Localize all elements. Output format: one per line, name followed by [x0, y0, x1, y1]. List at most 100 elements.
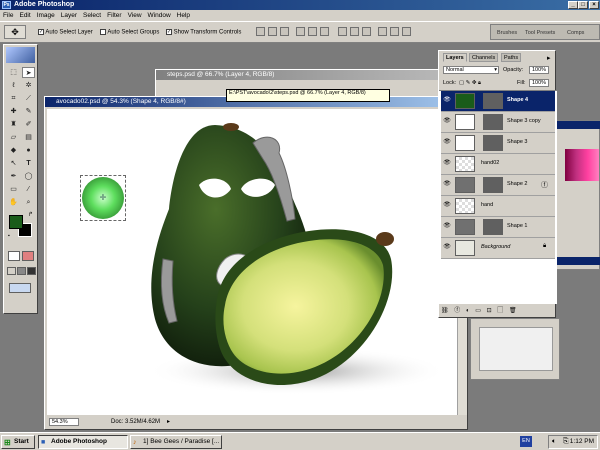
- distribute-bottom-icon[interactable]: [362, 27, 371, 36]
- eye-icon[interactable]: 👁︎: [443, 160, 451, 167]
- layer-name[interactable]: Shape 1: [507, 223, 528, 229]
- palette-well-tab-brushes[interactable]: Brushes: [497, 30, 517, 36]
- auto-select-groups-option[interactable]: Auto Select Groups: [100, 29, 159, 36]
- layer-row-shape-3-copy[interactable]: 👁︎ Shape 3 copy: [441, 112, 555, 133]
- maximize-button[interactable]: □: [578, 1, 588, 9]
- show-transform-controls-option[interactable]: ✓ Show Transform Controls: [166, 29, 241, 36]
- tab-paths[interactable]: Paths: [501, 53, 522, 62]
- blend-mode-select[interactable]: Normal ▾: [443, 66, 499, 74]
- menu-help[interactable]: Help: [174, 10, 193, 21]
- menu-filter[interactable]: Filter: [104, 10, 124, 21]
- clock[interactable]: 1:12 PM: [570, 438, 594, 445]
- hand-tool-icon[interactable]: ✋: [7, 197, 20, 208]
- lock-icons[interactable]: ▢ ✎ ✥ 🔒︎: [459, 80, 499, 87]
- blur-tool-icon[interactable]: ◆: [7, 145, 20, 156]
- move-tool-icon[interactable]: ➤: [22, 67, 35, 78]
- menu-select[interactable]: Select: [80, 10, 104, 21]
- tab-channels[interactable]: Channels: [469, 53, 499, 62]
- transform-center-icon[interactable]: ✛: [98, 193, 108, 203]
- navigator-preview[interactable]: [479, 327, 553, 371]
- eye-icon[interactable]: 👁︎: [443, 139, 451, 146]
- status-arrow-icon[interactable]: ▸: [167, 416, 170, 428]
- layer-name[interactable]: hand: [481, 202, 493, 208]
- palette-menu-icon[interactable]: ▸: [547, 54, 551, 62]
- eraser-tool-icon[interactable]: ▱: [7, 132, 20, 143]
- palette-well-tab-comps[interactable]: Comps: [567, 30, 584, 36]
- distribute-top-icon[interactable]: [338, 27, 347, 36]
- slice-tool-icon[interactable]: ⟋: [22, 93, 35, 104]
- taskbar-item-photoshop[interactable]: ■ Adobe Photoshop: [38, 435, 128, 449]
- eye-icon[interactable]: 👁︎: [443, 202, 451, 209]
- eye-icon[interactable]: 👁︎: [443, 181, 451, 188]
- network-icon[interactable]: ⎘: [563, 436, 569, 448]
- notes-tool-icon[interactable]: ▭: [7, 184, 20, 195]
- eye-icon[interactable]: 👁︎: [443, 97, 451, 104]
- layers-footer-buttons[interactable]: ⛓ ⓕ ◐ ▭ ⊡ ▢ 🗑︎: [441, 307, 555, 316]
- menu-file[interactable]: File: [0, 10, 16, 21]
- layer-name[interactable]: Shape 3: [507, 139, 528, 145]
- fill-field[interactable]: 100%: [529, 79, 549, 87]
- zoom-tool-icon[interactable]: ⌕: [22, 197, 35, 208]
- eye-icon[interactable]: 👁︎: [443, 244, 451, 251]
- swatches-palette-header[interactable]: [557, 121, 600, 129]
- eyedropper-tool-icon[interactable]: ⁄: [22, 184, 35, 195]
- align-horizontal-center-icon[interactable]: [308, 27, 317, 36]
- menu-edit[interactable]: Edit: [16, 10, 33, 21]
- default-colors-icon[interactable]: ▪: [8, 233, 14, 239]
- palette-well-tab-tool-presets[interactable]: Tool Presets: [525, 30, 555, 36]
- layer-name[interactable]: Shape 4: [507, 97, 528, 103]
- close-button[interactable]: ×: [589, 1, 599, 9]
- crop-tool-icon[interactable]: ⌗: [7, 93, 20, 104]
- healing-brush-tool-icon[interactable]: ✚: [7, 106, 20, 117]
- document-title-steps[interactable]: steps.psd @ 66.7% (Layer 4, RGB/8): [156, 70, 484, 80]
- opacity-field[interactable]: 100%: [529, 66, 549, 74]
- screen-mode-full-icon[interactable]: [27, 267, 36, 275]
- lasso-tool-icon[interactable]: ℓ: [7, 80, 20, 91]
- auto-select-layer-checkbox[interactable]: ✓: [38, 29, 44, 35]
- tab-layers[interactable]: Layers: [443, 53, 467, 62]
- eye-icon[interactable]: 👁︎: [443, 118, 451, 125]
- layer-name[interactable]: Background: [481, 244, 510, 250]
- align-top-icon[interactable]: [256, 27, 265, 36]
- taskbar-item-winamp[interactable]: ♪ 1] Bee Gees / Paradise [...: [130, 435, 222, 449]
- screen-mode-full-menu-icon[interactable]: [17, 267, 26, 275]
- jump-to-imageready-icon[interactable]: [9, 283, 31, 293]
- ellipse-tool-icon[interactable]: ◯: [22, 171, 35, 182]
- layer-row-shape-3[interactable]: 👁︎ Shape 3: [441, 133, 555, 154]
- auto-select-groups-checkbox[interactable]: [100, 29, 106, 35]
- swatches-grid[interactable]: [565, 149, 599, 181]
- screen-mode-standard-icon[interactable]: [7, 267, 16, 275]
- menu-image[interactable]: Image: [34, 10, 58, 21]
- layer-effects-icon[interactable]: ⓕ: [541, 180, 548, 190]
- start-button[interactable]: ⊞ Start: [1, 435, 35, 449]
- type-tool-icon[interactable]: T: [22, 158, 35, 169]
- marquee-tool-icon[interactable]: ⬚: [7, 67, 20, 78]
- brush-tool-icon[interactable]: ✎: [22, 106, 35, 117]
- layer-name[interactable]: hand02: [481, 160, 499, 166]
- layer-name[interactable]: Shape 3 copy: [507, 118, 541, 124]
- swap-colors-icon[interactable]: ↱: [28, 211, 34, 218]
- layer-row-shape-4[interactable]: 👁︎ Shape 4: [441, 91, 555, 112]
- menu-view[interactable]: View: [125, 10, 145, 21]
- path-selection-tool-icon[interactable]: ↖: [7, 158, 20, 169]
- align-bottom-icon[interactable]: [280, 27, 289, 36]
- distribute-horizontal-icon[interactable]: [390, 27, 399, 36]
- align-vertical-center-icon[interactable]: [268, 27, 277, 36]
- align-right-icon[interactable]: [320, 27, 329, 36]
- zoom-field[interactable]: 54.3%: [49, 418, 79, 426]
- menu-window[interactable]: Window: [145, 10, 174, 21]
- layer-row-shape-2[interactable]: 👁︎ Shape 2 ⓕ: [441, 175, 555, 196]
- layer-name[interactable]: Shape 2: [507, 181, 528, 187]
- volume-icon[interactable]: 🔈︎: [552, 436, 556, 448]
- auto-select-layer-option[interactable]: ✓ Auto Select Layer: [38, 29, 93, 36]
- quick-mask-mode-icon[interactable]: [22, 251, 34, 261]
- adobe-feather-logo[interactable]: [6, 47, 35, 63]
- minimize-button[interactable]: _: [568, 1, 578, 9]
- gradient-tool-icon[interactable]: ▤: [22, 132, 35, 143]
- align-left-icon[interactable]: [296, 27, 305, 36]
- magic-wand-tool-icon[interactable]: ✲: [22, 80, 35, 91]
- document-canvas[interactable]: ✛: [47, 109, 457, 415]
- foreground-color-swatch[interactable]: [9, 215, 23, 229]
- dodge-tool-icon[interactable]: ●: [22, 145, 35, 156]
- layer-row-shape-1[interactable]: 👁︎ Shape 1: [441, 217, 555, 238]
